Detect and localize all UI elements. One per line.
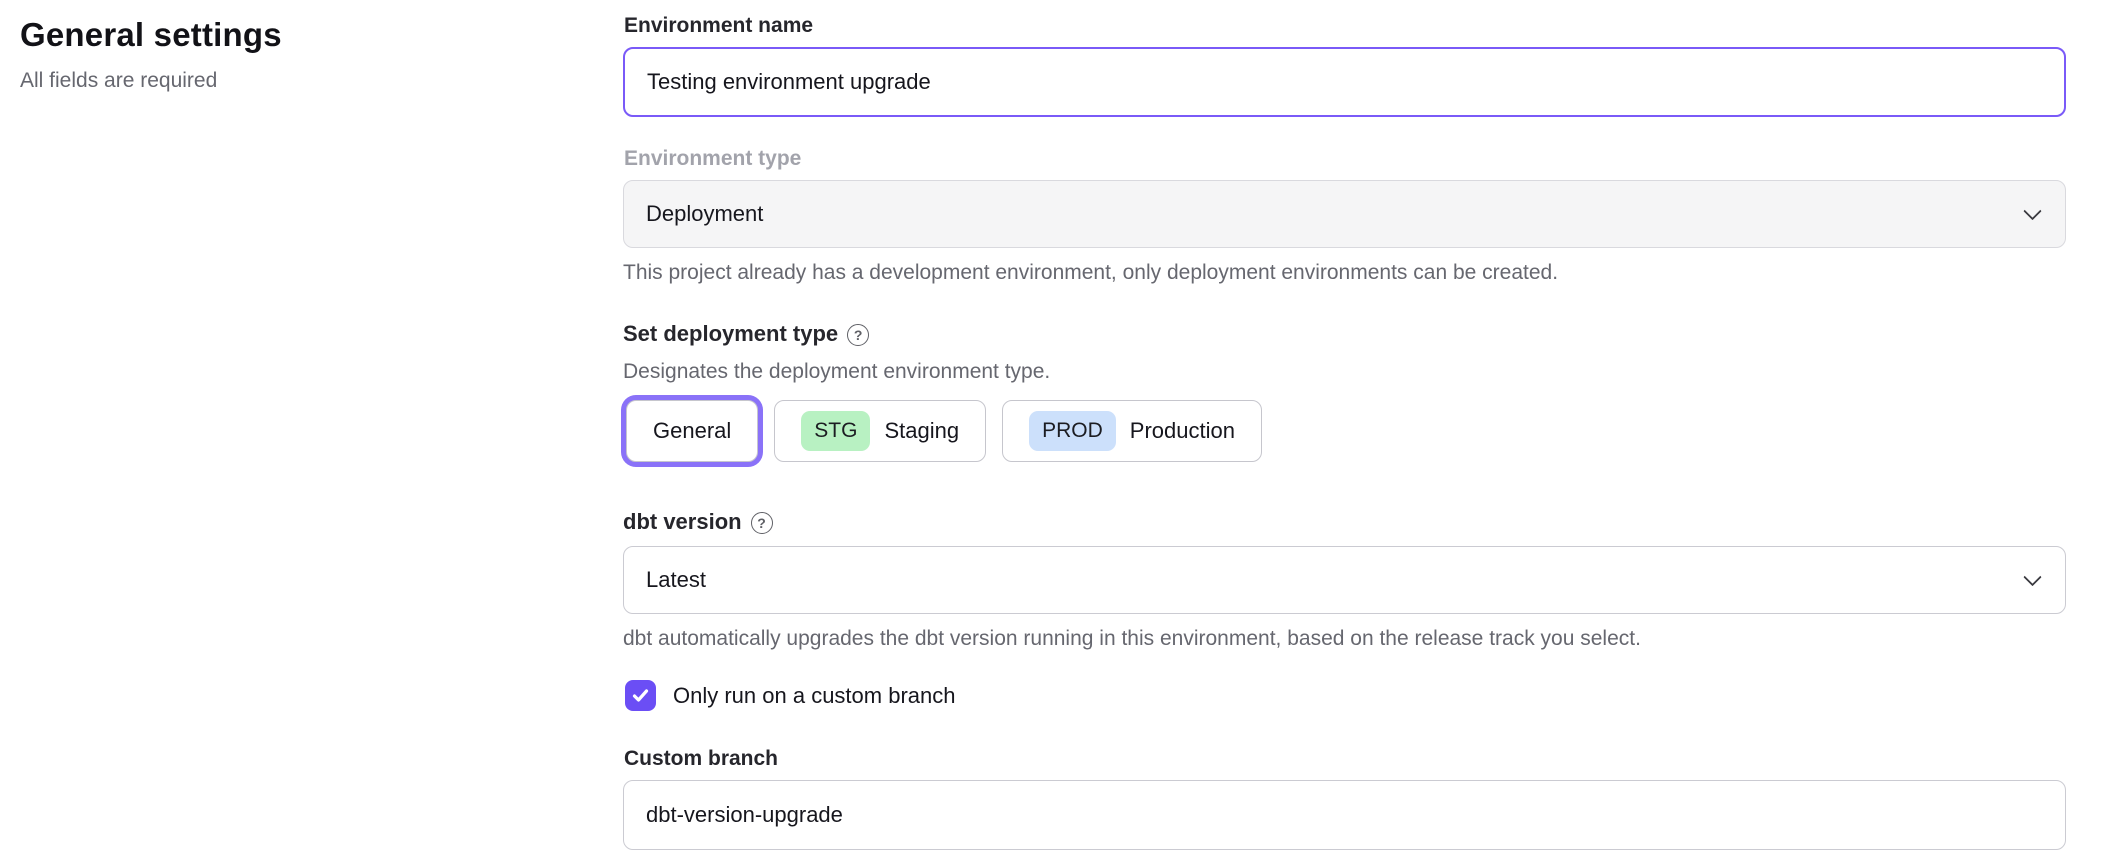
help-icon[interactable]: ? xyxy=(751,512,773,534)
general-settings-page: General settings All fields are required… xyxy=(0,0,2116,864)
deployment-type-label-row: Set deployment type ? xyxy=(623,321,2066,347)
production-button-label: Production xyxy=(1130,418,1235,444)
environment-settings-form: Environment name Environment type Deploy… xyxy=(623,0,2066,864)
dbt-version-label-row: dbt version ? xyxy=(623,509,2066,535)
environment-type-label: Environment type xyxy=(624,147,2066,171)
dbt-version-select[interactable]: Latest xyxy=(623,546,2066,614)
environment-type-select: Deployment xyxy=(623,180,2066,248)
environment-type-helper: This project already has a development e… xyxy=(623,261,2066,285)
production-badge: PROD xyxy=(1029,411,1116,451)
custom-branch-label: Custom branch xyxy=(624,747,2066,771)
settings-header: General settings All fields are required xyxy=(0,0,623,864)
deployment-type-options: General STG Staging PROD Production xyxy=(626,400,2066,462)
environment-type-value: Deployment xyxy=(646,201,763,227)
dbt-version-label: dbt version xyxy=(623,509,742,535)
custom-branch-checkbox[interactable] xyxy=(625,680,656,711)
environment-type-group: Environment type Deployment This project… xyxy=(623,147,2066,285)
dbt-version-value: Latest xyxy=(646,567,706,593)
checkmark-icon xyxy=(631,686,650,705)
custom-branch-checkbox-row: Only run on a custom branch xyxy=(625,680,2066,711)
deployment-type-general-button[interactable]: General xyxy=(626,400,758,462)
environment-name-input[interactable] xyxy=(623,47,2066,117)
environment-name-label: Environment name xyxy=(624,14,2066,38)
page-subtitle: All fields are required xyxy=(20,69,623,93)
staging-badge: STG xyxy=(801,411,870,451)
deployment-type-label: Set deployment type xyxy=(623,321,838,347)
deployment-type-helper: Designates the deployment environment ty… xyxy=(623,360,2066,384)
general-button-label: General xyxy=(653,418,731,444)
dbt-version-group: dbt version ? Latest dbt automatically u… xyxy=(623,509,2066,651)
environment-name-group: Environment name xyxy=(623,14,2066,117)
chevron-down-icon xyxy=(2023,202,2041,220)
deployment-type-staging-button[interactable]: STG Staging xyxy=(774,400,986,462)
help-icon[interactable]: ? xyxy=(847,324,869,346)
chevron-down-icon xyxy=(2023,568,2041,586)
staging-button-label: Staging xyxy=(884,418,959,444)
deployment-type-production-button[interactable]: PROD Production xyxy=(1002,400,1262,462)
custom-branch-group: Custom branch xyxy=(623,747,2066,850)
custom-branch-checkbox-label[interactable]: Only run on a custom branch xyxy=(673,683,955,709)
deployment-type-group: Set deployment type ? Designates the dep… xyxy=(623,321,2066,462)
dbt-version-helper: dbt automatically upgrades the dbt versi… xyxy=(623,627,2066,651)
custom-branch-input[interactable] xyxy=(623,780,2066,850)
page-title: General settings xyxy=(20,16,623,54)
